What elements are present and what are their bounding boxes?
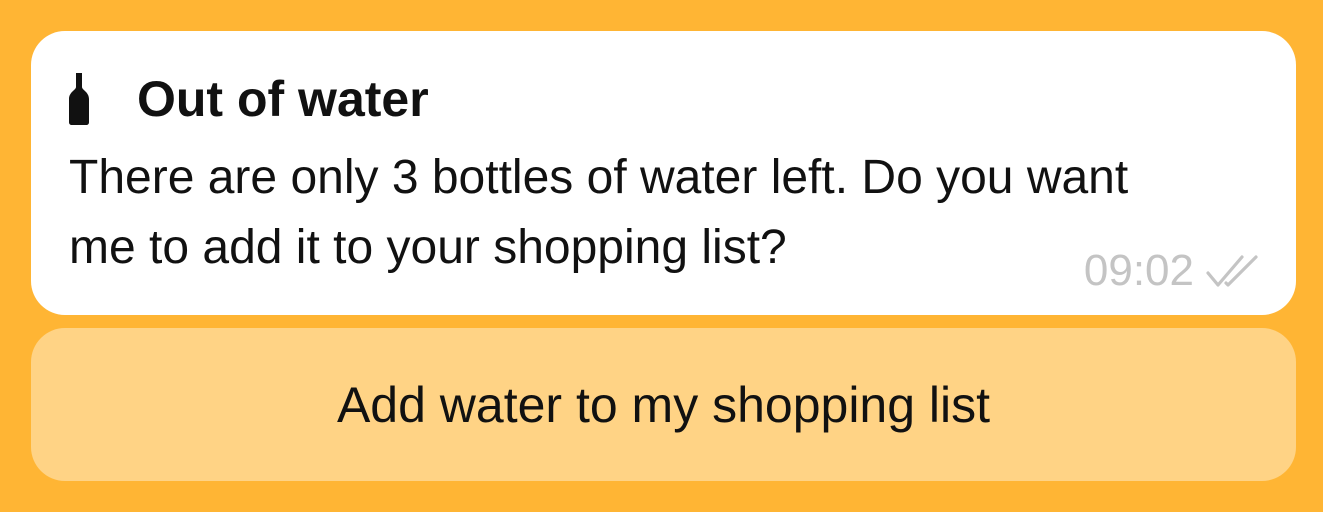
message-timestamp: 09:02 bbox=[1083, 246, 1194, 295]
message-meta: 09:02 bbox=[1084, 243, 1262, 299]
bottle-icon bbox=[69, 73, 89, 125]
message-card: Out of water There are only 3 bottles of… bbox=[31, 31, 1296, 315]
double-check-icon bbox=[1206, 255, 1258, 287]
add-to-shopping-list-button[interactable]: Add water to my shopping list bbox=[31, 328, 1296, 481]
message-body: There are only 3 bottles of water left. … bbox=[69, 151, 1129, 274]
message-title: Out of water bbox=[137, 71, 429, 127]
add-to-shopping-list-label: Add water to my shopping list bbox=[336, 376, 991, 433]
message-header: Out of water bbox=[69, 69, 429, 129]
